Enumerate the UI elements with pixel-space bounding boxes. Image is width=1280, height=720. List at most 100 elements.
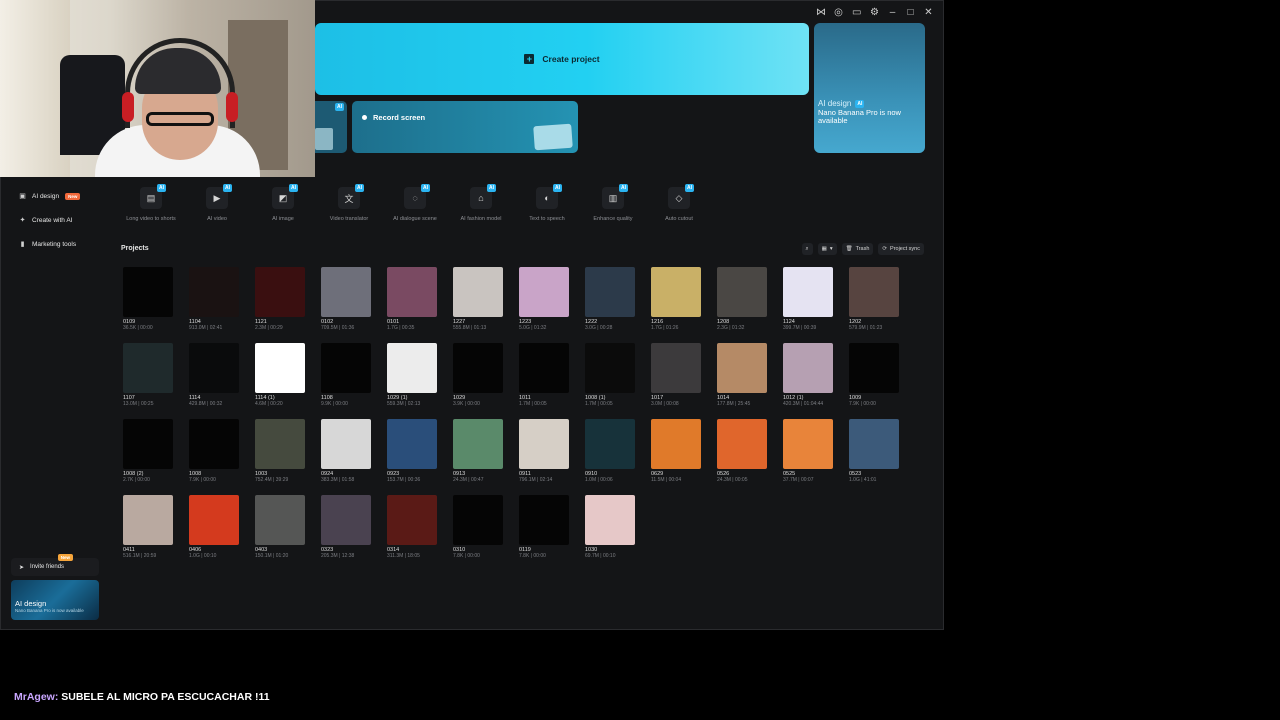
project-thumbnail (453, 267, 503, 317)
project-card[interactable]: 0911 796.1M | 02:14 (519, 419, 569, 483)
sidebar-item-ai-design[interactable]: ▣ AI design New (19, 193, 81, 200)
project-thumbnail (123, 267, 173, 317)
project-card[interactable]: 1008 (2) 2.7K | 00:00 (123, 419, 173, 483)
record-screen-button[interactable]: Record screen (352, 101, 578, 153)
tool-label: AI dialogue scene (393, 216, 437, 222)
tool-label: AI video (207, 216, 227, 222)
project-meta: 7.8K | 00:00 (453, 553, 480, 559)
project-card[interactable]: 1208 2.3G | 01:32 (717, 267, 767, 331)
project-card[interactable]: 1008 (1) 1.7M | 00:05 (585, 343, 635, 407)
tool-video-translator[interactable]: 文 AI Video translator (319, 184, 379, 222)
promo-subtitle: Nano Banana Pro is now available (15, 608, 84, 613)
project-thumbnail (255, 343, 305, 393)
tool-ai-video[interactable]: ▶ AI AI video (187, 184, 247, 222)
ai-design-banner[interactable]: AI design AI Nano Banana Pro is now avai… (814, 23, 925, 153)
dialogue-icon: ◌ (412, 193, 418, 203)
project-card[interactable]: 0310 7.8K | 00:00 (453, 495, 503, 559)
image-icon: ▣ (19, 193, 26, 200)
project-card[interactable]: 1108 9.9K | 00:00 (321, 343, 371, 407)
minimize-icon[interactable]: – (888, 7, 897, 18)
maximize-icon[interactable]: □ (906, 7, 915, 18)
project-card[interactable]: 0525 37.7M | 00:07 (783, 419, 833, 483)
project-card[interactable]: 0102 709.5M | 01:36 (321, 267, 371, 331)
project-card[interactable]: 0314 311.3M | 18:05 (387, 495, 437, 559)
project-card[interactable]: 1012 (1) 420.3M | 01:04:44 (783, 343, 833, 407)
target-icon[interactable]: ◎ (834, 7, 843, 18)
project-meta: 37.7M | 00:07 (783, 477, 814, 483)
project-card[interactable]: 0323 205.3M | 12:38 (321, 495, 371, 559)
ai-badge: AI (487, 184, 496, 192)
project-card[interactable]: 1223 5.0G | 01:32 (519, 267, 569, 331)
window-controls: ⋈ ◎ ▭ ⚙ – □ ✕ (816, 7, 933, 18)
project-card[interactable]: 1017 3.0M | 00:08 (651, 343, 701, 407)
project-meta: 2.7K | 00:00 (123, 477, 150, 483)
project-card[interactable]: 0406 1.0G | 00:10 (189, 495, 239, 559)
project-card[interactable]: 0923 153.7M | 00:36 (387, 419, 437, 483)
share-icon[interactable]: ⋈ (816, 7, 826, 18)
project-card[interactable]: 1029 (1) 559.3M | 02:13 (387, 343, 437, 407)
project-meta: 36.5K | 00:00 (123, 325, 153, 331)
tool-long-video-to-shorts[interactable]: ▤ AI Long video to shorts (121, 184, 181, 222)
project-card[interactable]: 1011 1.7M | 00:05 (519, 343, 569, 407)
project-card[interactable]: 0523 1.0G | 41:01 (849, 419, 899, 483)
project-card[interactable]: 0910 1.0M | 00:06 (585, 419, 635, 483)
project-card[interactable]: 0913 24.3M | 00:47 (453, 419, 503, 483)
project-card[interactable]: 1003 752.4M | 39:29 (255, 419, 305, 483)
trash-button[interactable]: 🗑 Trash (841, 243, 874, 255)
search-button[interactable]: ⌕ (801, 243, 813, 255)
sidebar-item-marketing-tools[interactable]: ▮ Marketing tools (19, 241, 77, 248)
ai-design-promo-card[interactable]: AI design Nano Banana Pro is now availab… (11, 580, 99, 620)
project-card[interactable]: 0629 11.5M | 00:04 (651, 419, 701, 483)
project-card[interactable]: 1114 429.8M | 00:32 (189, 343, 239, 407)
project-sync-button[interactable]: ⟳ Project sync (878, 243, 924, 255)
new-badge: New (65, 193, 81, 200)
chat-text: SUBELE AL MICRO PA ESCUCACHAR !11 (61, 691, 270, 703)
project-thumbnail (717, 343, 767, 393)
tool-text-to-speech[interactable]: ◐ AI Text to speech (517, 184, 577, 222)
project-card[interactable]: 1114 (1) 4.6M | 00:20 (255, 343, 305, 407)
project-thumbnail (387, 343, 437, 393)
tool-ai-image[interactable]: ◩ AI AI image (253, 184, 313, 222)
projects-heading: Projects (121, 245, 149, 252)
project-card[interactable]: 1008 7.9K | 00:00 (189, 419, 239, 483)
tool-ai-dialogue-scene[interactable]: ◌ AI AI dialogue scene (385, 184, 445, 222)
invite-friends-button[interactable]: ➤ Invite friends New (11, 554, 99, 576)
trash-label: Trash (855, 246, 870, 252)
project-card[interactable]: 1124 399.7M | 00:39 (783, 267, 833, 331)
tool-ai-fashion-model[interactable]: ⌂ AI AI fashion model (451, 184, 511, 222)
project-card[interactable]: 0411 516.1M | 20:59 (123, 495, 173, 559)
project-card[interactable]: 0109 36.5K | 00:00 (123, 267, 173, 331)
plus-icon: + (524, 54, 535, 64)
screen-icon[interactable]: ▭ (852, 7, 861, 18)
view-toggle-button[interactable]: ▦ ▾ (817, 243, 837, 255)
settings-icon[interactable]: ⚙ (870, 7, 879, 18)
project-meta: 559.3M | 02:13 (387, 401, 421, 407)
sidebar-item-create-with-ai[interactable]: ✦ Create with AI (19, 217, 73, 224)
ai-feature-card[interactable]: AI (315, 101, 347, 153)
project-thumbnail (519, 343, 569, 393)
project-card[interactable]: 1030 69.7M | 00:10 (585, 495, 635, 559)
project-card[interactable]: 1104 913.0M | 02:41 (189, 267, 239, 331)
project-card[interactable]: 1107 13.0M | 00:25 (123, 343, 173, 407)
tool-auto-cutout[interactable]: ◇ AI Auto cutout (649, 184, 709, 222)
project-card[interactable]: 1227 555.8M | 01:13 (453, 267, 503, 331)
project-card[interactable]: 1121 2.3M | 00:29 (255, 267, 305, 331)
sync-label: Project sync (890, 246, 920, 252)
new-badge: New (57, 554, 73, 561)
card-thumbnail (315, 128, 333, 150)
project-card[interactable]: 0526 24.3M | 00:05 (717, 419, 767, 483)
project-card[interactable]: 0101 1.7G | 00:35 (387, 267, 437, 331)
close-icon[interactable]: ✕ (924, 7, 933, 18)
project-card[interactable]: 1009 7.9K | 00:00 (849, 343, 899, 407)
project-card[interactable]: 1222 3.0G | 00:28 (585, 267, 635, 331)
project-card[interactable]: 1202 579.9M | 01:23 (849, 267, 899, 331)
project-card[interactable]: 1029 3.9K | 00:00 (453, 343, 503, 407)
project-card[interactable]: 0403 150.1M | 01:20 (255, 495, 305, 559)
project-card[interactable]: 1216 1.7G | 01:26 (651, 267, 701, 331)
create-project-button[interactable]: + Create project (315, 23, 809, 95)
project-card[interactable]: 0924 383.3M | 01:58 (321, 419, 371, 483)
tool-enhance-quality[interactable]: ▥ AI Enhance quality (583, 184, 643, 222)
project-card[interactable]: 1014 177.8M | 25:45 (717, 343, 767, 407)
project-card[interactable]: 0119 7.8K | 00:00 (519, 495, 569, 559)
ai-badge: AI (223, 184, 232, 192)
